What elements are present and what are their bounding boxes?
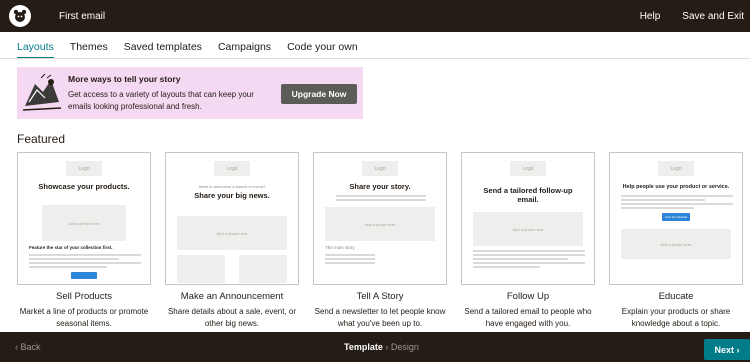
card-title[interactable]: Sell Products	[17, 291, 151, 302]
featured-heading: Featured	[17, 132, 66, 146]
thumb-text-lines	[29, 254, 141, 268]
thumb-headline: Help people use your product or service.	[622, 184, 730, 190]
tab-layouts[interactable]: Layouts	[17, 41, 54, 59]
card-title[interactable]: Educate	[609, 291, 743, 302]
thumb-two-column	[177, 255, 287, 283]
upgrade-promo-banner: More ways to tell your story Get access …	[17, 67, 363, 119]
thumb-subhead: Feature the star of your collection firs…	[29, 245, 113, 250]
card-description: Send a tailored email to people who have…	[464, 307, 592, 328]
layout-card-tell-a-story[interactable]: Logo Share your story. Add a photo here …	[313, 152, 447, 330]
thumb-headline: Showcase your products.	[38, 182, 130, 191]
layout-thumbnail[interactable]: Logo Share your story. Add a photo here …	[313, 152, 447, 285]
bottom-bar: ‹ Back Template › Design	[0, 332, 750, 362]
thumb-logo-placeholder: Logo	[214, 161, 250, 176]
thumb-logo-placeholder: Logo	[362, 161, 398, 176]
thumb-headline: Share your big news.	[194, 191, 270, 200]
layout-thumbnail[interactable]: Logo Want to announce a launch or event?…	[165, 152, 299, 285]
template-tabs: Layouts Themes Saved templates Campaigns…	[17, 41, 374, 59]
step-template: Template	[344, 342, 383, 352]
thumb-button	[71, 272, 97, 279]
thumb-headline: Send a tailored follow-up email.	[483, 186, 573, 204]
layout-thumbnail[interactable]: Logo Showcase your products. Add a photo…	[17, 152, 151, 285]
layout-card-make-an-announcement[interactable]: Logo Want to announce a launch or event?…	[165, 152, 299, 330]
layout-card-follow-up[interactable]: Logo Send a tailored follow-up email. Ad…	[461, 152, 595, 330]
card-description: Market a line of products or promote sea…	[19, 307, 149, 328]
upgrade-now-button[interactable]: Upgrade Now	[281, 84, 357, 104]
thumb-text-lines	[336, 195, 426, 201]
campaign-title[interactable]: First email	[59, 11, 105, 22]
promo-body: Get access to a variety of layouts that …	[68, 89, 254, 111]
thumb-text-lines	[621, 195, 733, 209]
back-button[interactable]: ‹ Back	[15, 342, 41, 352]
thumb-logo-placeholder: Logo	[510, 161, 546, 176]
thumb-logo-placeholder: Logo	[658, 161, 694, 176]
tab-code-your-own[interactable]: Code your own	[287, 41, 358, 59]
thumb-kicker: Want to announce a launch or event?	[198, 184, 266, 189]
top-bar: First email Help Save and Exit	[0, 0, 750, 32]
help-link[interactable]: Help	[640, 11, 661, 22]
promo-illustration-icon	[22, 73, 62, 111]
next-button[interactable]: Next ›	[704, 339, 750, 360]
card-description: Share details about a sale, event, or ot…	[167, 307, 297, 328]
thumb-photo-placeholder: Add a photo here	[621, 229, 731, 259]
thumb-text-lines	[473, 250, 585, 268]
promo-heading: More ways to tell your story	[68, 73, 181, 84]
card-title[interactable]: Tell A Story	[313, 291, 447, 302]
tab-themes[interactable]: Themes	[70, 41, 108, 59]
thumb-headline: Share your story.	[349, 182, 411, 191]
thumb-logo-placeholder: Logo	[66, 161, 102, 176]
thumb-button: Let's Get Started	[662, 213, 690, 221]
tab-campaigns[interactable]: Campaigns	[218, 41, 271, 59]
save-and-exit-link[interactable]: Save and Exit	[682, 11, 744, 22]
thumb-photo-placeholder: Add a photo here	[325, 207, 435, 241]
card-title[interactable]: Make an Announcement	[165, 291, 299, 302]
tabs-divider	[0, 58, 750, 59]
thumb-text-lines	[325, 254, 437, 264]
thumb-subhead: The main story	[325, 245, 355, 250]
layout-thumbnail[interactable]: Logo Help people use your product or ser…	[609, 152, 743, 285]
thumb-photo-placeholder: Add a photo here	[42, 205, 126, 241]
card-title[interactable]: Follow Up	[461, 291, 595, 302]
back-label: Back	[20, 342, 41, 352]
step-design: Design	[390, 342, 419, 352]
layout-card-educate[interactable]: Logo Help people use your product or ser…	[609, 152, 743, 330]
chevron-right-icon: ›	[736, 344, 740, 355]
thumb-photo-placeholder: Add a photo here	[177, 216, 287, 250]
tab-saved-templates[interactable]: Saved templates	[124, 41, 202, 59]
mailchimp-logo-icon[interactable]	[9, 5, 31, 27]
step-indicator: Template › Design	[344, 342, 419, 352]
layout-thumbnail[interactable]: Logo Send a tailored follow-up email. Ad…	[461, 152, 595, 285]
layout-card-sell-products[interactable]: Logo Showcase your products. Add a photo…	[17, 152, 151, 330]
thumb-photo-placeholder: Add a photo here	[473, 212, 583, 246]
next-label: Next	[714, 344, 734, 355]
card-description: Explain your products or share knowledge…	[621, 307, 731, 328]
card-description: Send a newsletter to let people know wha…	[314, 307, 446, 328]
